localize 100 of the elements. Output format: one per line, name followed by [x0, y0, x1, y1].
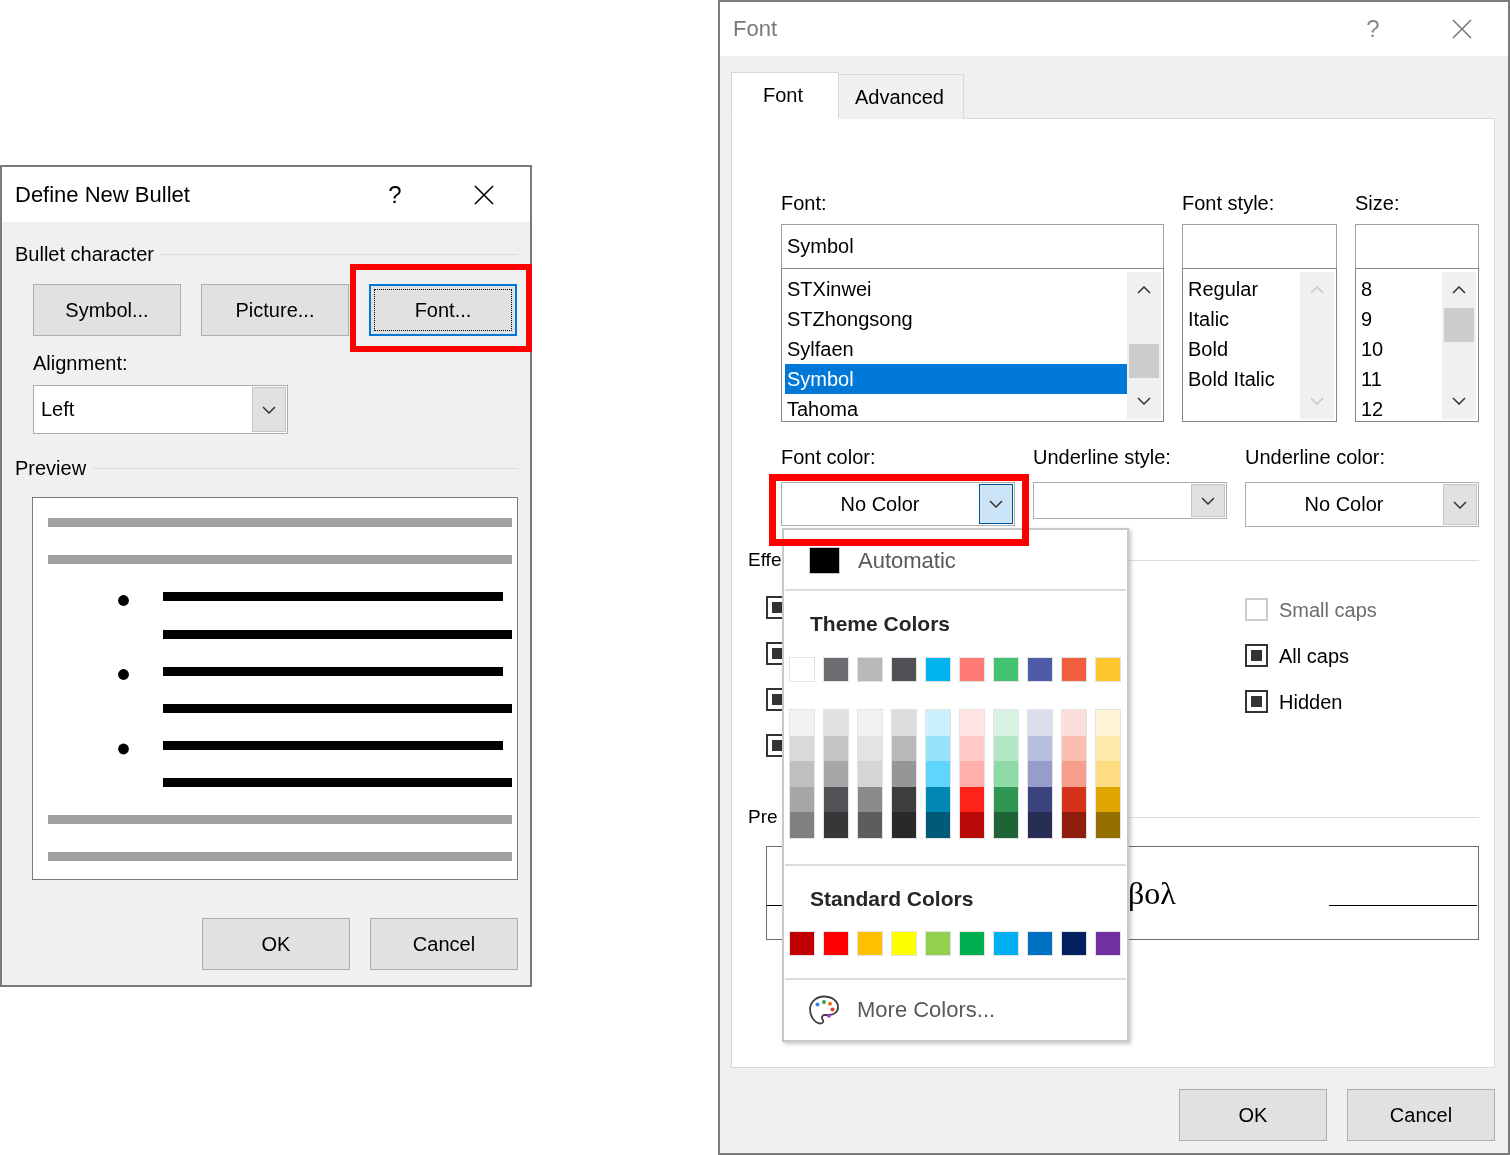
menu-item[interactable]: More Colors... [784, 994, 996, 1026]
dialog-button[interactable]: OK [202, 918, 350, 970]
color-swatch[interactable] [926, 735, 950, 762]
list-item[interactable]: STZhongsong [785, 304, 1127, 334]
color-swatch[interactable] [891, 657, 917, 682]
list-item[interactable]: Bold Italic [1186, 364, 1300, 394]
checkbox[interactable] [766, 596, 782, 619]
dropdown[interactable] [1033, 482, 1227, 519]
color-swatch[interactable] [925, 931, 951, 956]
color-swatch[interactable] [857, 657, 883, 682]
checkbox[interactable] [766, 688, 782, 711]
checkbox[interactable] [766, 642, 782, 665]
checkbox[interactable] [766, 734, 782, 757]
color-swatch[interactable] [790, 735, 814, 762]
color-swatch[interactable] [925, 657, 951, 682]
list-item[interactable]: 10 [1359, 334, 1442, 364]
color-swatch[interactable] [858, 786, 882, 813]
scroll-thumb[interactable] [1129, 344, 1159, 378]
color-swatch[interactable] [960, 735, 984, 762]
color-swatch[interactable] [1027, 657, 1053, 682]
color-swatch[interactable] [1095, 657, 1121, 682]
dialog-button[interactable]: Picture... [201, 284, 349, 336]
list-item[interactable]: 8 [1359, 274, 1442, 304]
color-swatch[interactable] [824, 761, 848, 787]
dialog-button[interactable]: OK [1179, 1089, 1327, 1141]
color-swatch[interactable] [858, 735, 882, 762]
color-swatch[interactable] [823, 657, 849, 682]
color-swatch[interactable] [960, 710, 984, 736]
color-swatch[interactable] [993, 657, 1019, 682]
color-swatch[interactable] [994, 710, 1018, 736]
color-swatch[interactable] [1061, 931, 1087, 956]
color-swatch[interactable] [1062, 710, 1086, 736]
color-swatch[interactable] [994, 735, 1018, 762]
chevron-down-icon[interactable] [1137, 397, 1151, 405]
checkbox[interactable] [1245, 690, 1268, 713]
color-swatch[interactable] [1028, 710, 1052, 736]
list-item[interactable]: Sylfaen [785, 334, 1127, 364]
color-swatch[interactable] [960, 812, 984, 838]
dropdown[interactable]: No Color [781, 482, 1015, 526]
color-swatch[interactable] [1096, 786, 1120, 813]
text-field[interactable] [1182, 224, 1337, 269]
tab[interactable]: Font [731, 72, 839, 119]
dropdown-button[interactable] [252, 387, 286, 432]
list-item[interactable]: 9 [1359, 304, 1442, 334]
color-swatch[interactable] [857, 931, 883, 956]
color-swatch[interactable] [1062, 761, 1086, 787]
list-item[interactable]: Symbol [785, 364, 1127, 394]
dropdown-button[interactable] [1191, 484, 1225, 517]
color-swatch[interactable] [1028, 812, 1052, 838]
dropdown[interactable]: Left [33, 385, 288, 434]
color-swatch[interactable] [994, 761, 1018, 787]
color-swatch[interactable] [1095, 931, 1121, 956]
list-item[interactable]: 11 [1359, 364, 1442, 394]
dropdown[interactable]: No Color [1245, 482, 1479, 527]
color-swatch[interactable] [891, 931, 917, 956]
color-swatch[interactable] [789, 931, 815, 956]
color-swatch[interactable] [926, 710, 950, 736]
color-swatch[interactable] [1096, 735, 1120, 762]
color-swatch[interactable] [1028, 735, 1052, 762]
tab[interactable]: Advanced [839, 74, 964, 119]
text-field[interactable] [1355, 224, 1479, 269]
color-swatch[interactable] [1062, 812, 1086, 838]
dropdown-button[interactable] [1443, 484, 1477, 525]
color-swatch[interactable] [823, 931, 849, 956]
checkbox[interactable] [1245, 644, 1268, 667]
color-swatch[interactable] [824, 710, 848, 736]
color-swatch[interactable] [960, 786, 984, 813]
color-swatch[interactable] [994, 812, 1018, 838]
dialog-button[interactable]: Symbol... [33, 284, 181, 336]
color-swatch[interactable] [994, 786, 1018, 813]
color-swatch[interactable] [858, 761, 882, 787]
color-swatch[interactable] [790, 786, 814, 813]
color-swatch[interactable] [824, 735, 848, 762]
color-swatch[interactable] [926, 761, 950, 787]
color-swatch[interactable] [824, 786, 848, 813]
color-swatch[interactable] [1062, 735, 1086, 762]
list-item[interactable]: Bold [1186, 334, 1300, 364]
list-item[interactable]: Italic [1186, 304, 1300, 334]
color-swatch[interactable] [960, 761, 984, 787]
help-button[interactable]: ? [380, 180, 410, 209]
color-swatch[interactable] [789, 657, 815, 682]
color-swatch[interactable] [892, 786, 916, 813]
color-swatch[interactable] [1096, 710, 1120, 736]
color-swatch[interactable] [892, 735, 916, 762]
chevron-up-icon[interactable] [1137, 286, 1151, 294]
close-icon[interactable] [474, 184, 494, 205]
color-swatch[interactable] [858, 710, 882, 736]
color-swatch[interactable] [1096, 812, 1120, 838]
color-swatch[interactable] [926, 786, 950, 813]
dialog-button[interactable]: Cancel [1347, 1089, 1495, 1141]
text-field[interactable]: Symbol [781, 224, 1164, 269]
dialog-button[interactable]: Font... [369, 284, 517, 336]
color-swatch[interactable] [1027, 931, 1053, 956]
color-swatch[interactable] [1061, 657, 1087, 682]
list-item[interactable]: Regular [1186, 274, 1300, 304]
chevron-down-icon[interactable] [1452, 397, 1466, 405]
color-swatch[interactable] [858, 812, 882, 838]
color-swatch[interactable] [1028, 786, 1052, 813]
color-swatch[interactable] [824, 812, 848, 838]
chevron-up-icon[interactable] [1452, 286, 1466, 294]
